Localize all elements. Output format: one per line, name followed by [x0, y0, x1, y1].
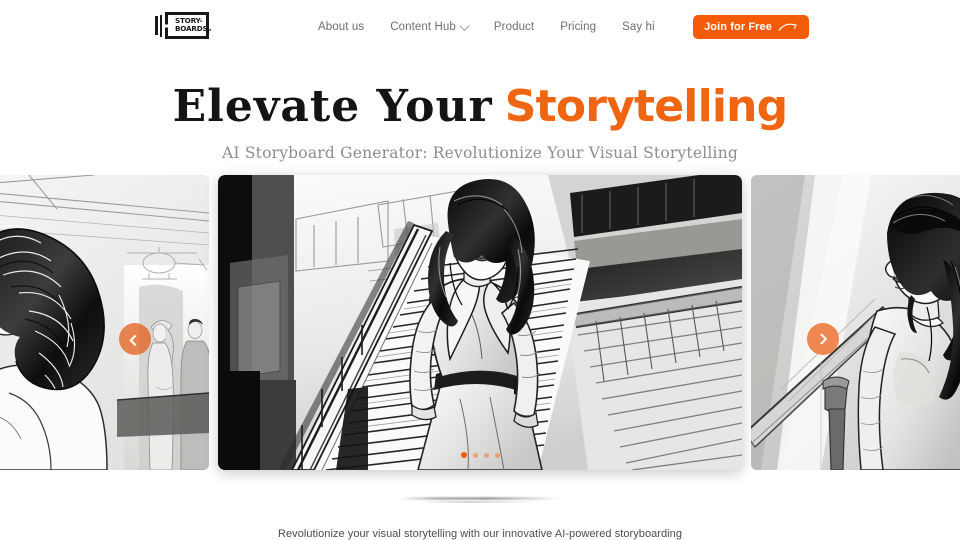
carousel-prev-button[interactable] — [119, 323, 151, 355]
storyboards-logo[interactable]: STORY- BOARDSai — [155, 12, 211, 39]
hero-section: Elevate Your Storytelling AI Storyboard … — [0, 82, 960, 163]
carousel-slide-center[interactable] — [218, 175, 742, 470]
storyboard-illustration-right — [751, 175, 960, 470]
main-navigation: About us Content Hub Product Pricing Say… — [318, 0, 655, 54]
section-divider-shadow — [420, 501, 540, 503]
carousel-dots — [218, 452, 742, 458]
nav-label-about-us: About us — [318, 21, 365, 33]
storyboard-illustration-center — [218, 175, 742, 470]
join-for-free-button[interactable]: Join for Free — [693, 15, 809, 39]
nav-label-content-hub: Content Hub — [390, 21, 456, 33]
headline-dark-part: Elevate Your — [172, 81, 493, 132]
logo-frame-icon: STORY- BOARDSai — [165, 12, 211, 39]
carousel-slide-right[interactable] — [751, 175, 960, 470]
carousel-dot-4[interactable] — [494, 452, 500, 458]
landing-page: STORY- BOARDSai About us Content Hub Pro… — [0, 0, 960, 540]
storyboard-illustration-left — [0, 175, 209, 470]
swoosh-arrow-icon — [778, 23, 797, 31]
join-for-free-label: Join for Free — [704, 21, 772, 33]
hero-carousel — [0, 175, 960, 470]
chevron-right-icon — [815, 333, 828, 345]
carousel-next-button[interactable] — [807, 323, 839, 355]
nav-label-say-hi: Say hi — [622, 21, 655, 33]
site-header: STORY- BOARDSai About us Content Hub Pro… — [0, 0, 960, 54]
chevron-left-icon — [129, 334, 141, 347]
section-divider — [400, 497, 560, 500]
headline-accent-part: Storytelling — [504, 81, 788, 132]
carousel-dot-3[interactable] — [483, 452, 489, 458]
carousel-dot-2[interactable] — [472, 452, 478, 458]
nav-item-pricing[interactable]: Pricing — [560, 21, 596, 33]
page-title: Elevate Your Storytelling — [0, 82, 960, 132]
footer-tagline: Revolutionize your visual storytelling w… — [277, 528, 683, 540]
logo-text-suffix: ai — [207, 27, 212, 32]
logo-text-line2-main: BOARDS — [175, 23, 208, 33]
carousel-slide-left[interactable] — [0, 175, 209, 470]
nav-item-say-hi[interactable]: Say hi — [622, 21, 655, 33]
nav-item-product[interactable]: Product — [494, 21, 534, 33]
logo-text-line2: BOARDSai — [175, 23, 211, 34]
hero-subtitle: AI Storyboard Generator: Revolutionize Y… — [221, 144, 739, 162]
nav-label-pricing: Pricing — [560, 21, 597, 33]
nav-item-about-us[interactable]: About us — [318, 21, 364, 33]
nav-item-content-hub[interactable]: Content Hub — [390, 20, 470, 33]
chevron-down-icon — [459, 20, 470, 31]
nav-label-product: Product — [493, 21, 535, 33]
logo-film-bars-icon — [155, 13, 162, 39]
carousel-dot-1[interactable] — [460, 452, 467, 458]
